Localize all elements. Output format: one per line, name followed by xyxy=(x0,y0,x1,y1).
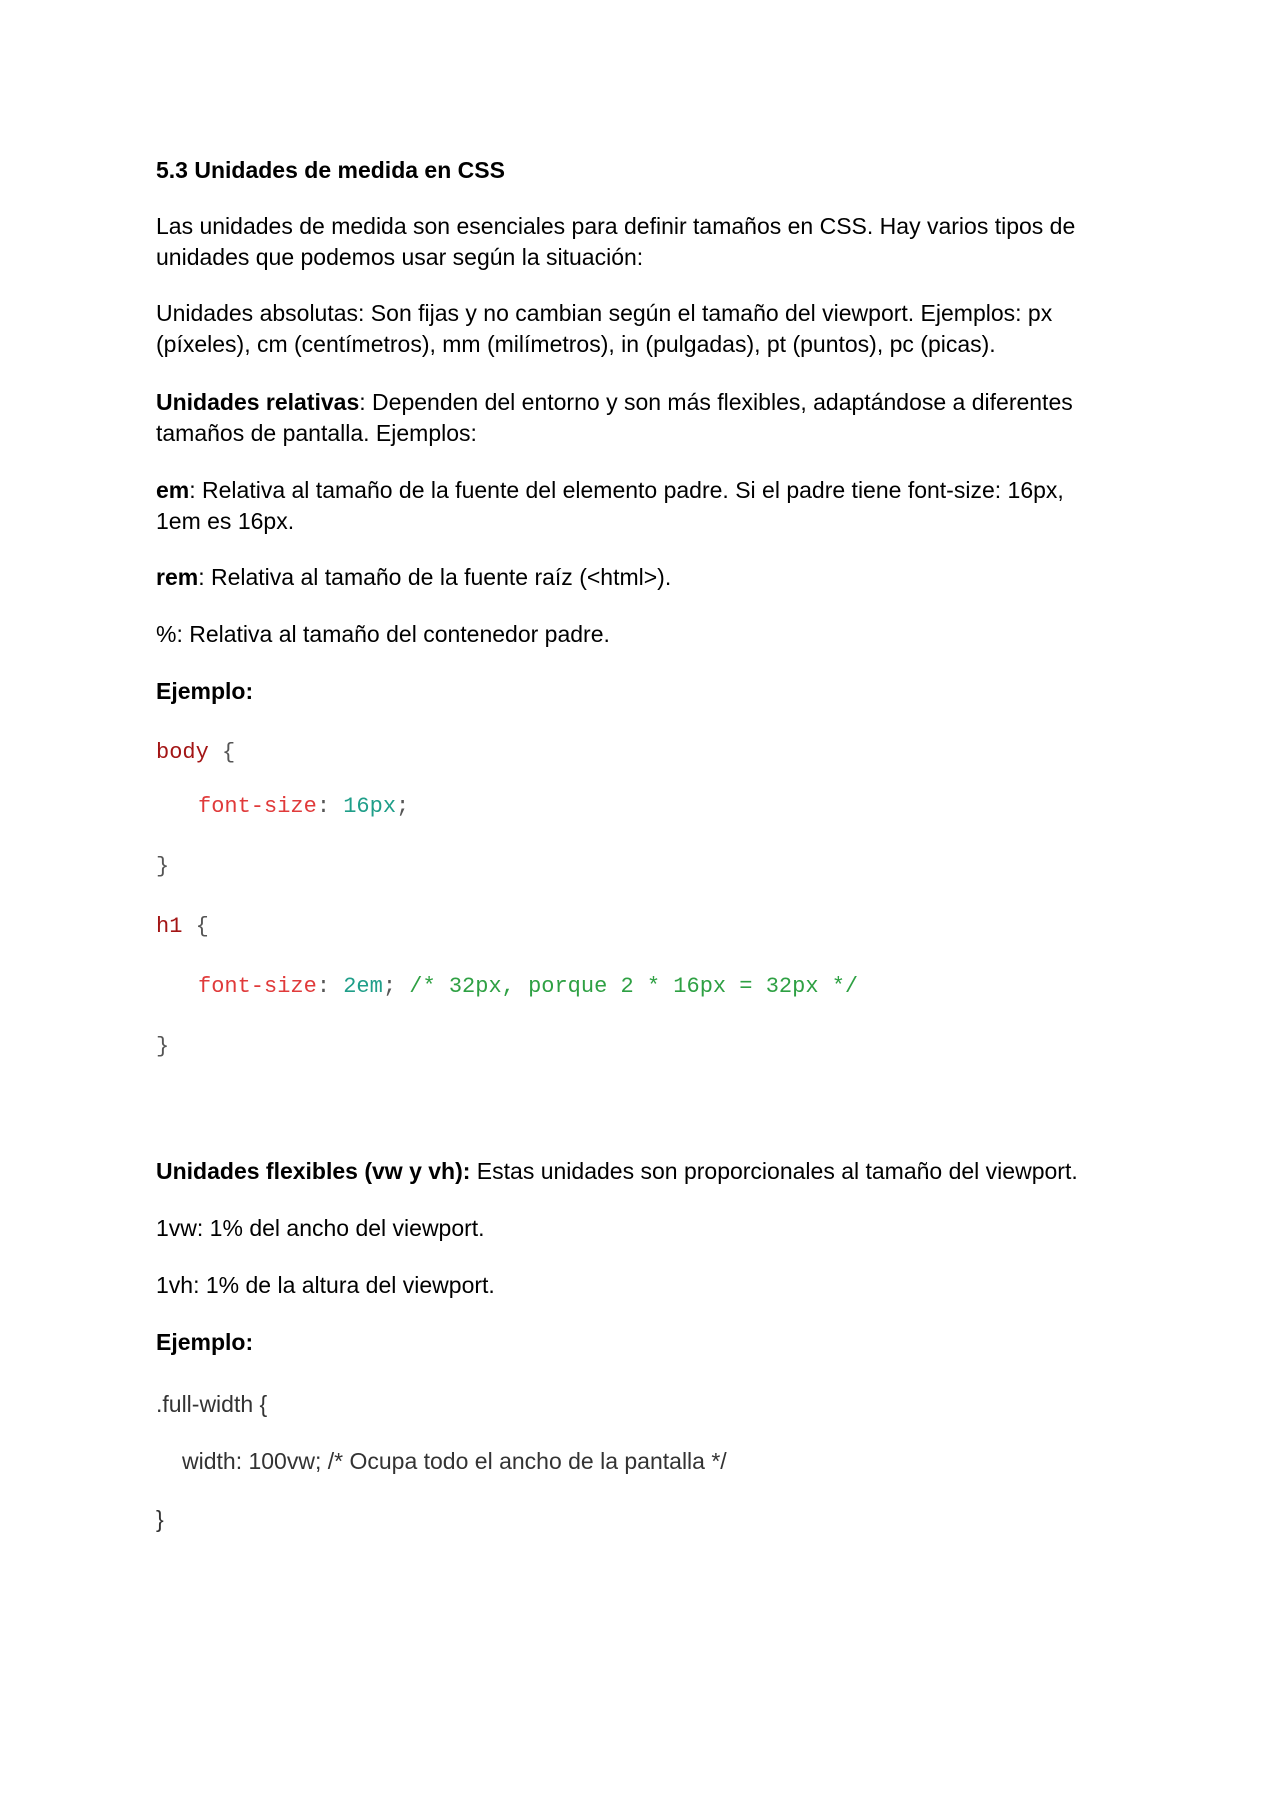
code1-brace-open-2: { xyxy=(182,914,209,939)
code1-colon-1: : xyxy=(316,794,344,819)
code1-prop-1: font-size xyxy=(198,794,317,819)
intro-line-1: Las unidades de medida son esenciales pa… xyxy=(156,213,1076,239)
code1-line-2: font-size: 16px; xyxy=(198,792,409,822)
code1-line-6: } xyxy=(156,1034,170,1059)
rem-line: rem: Relativa al tamaño de la fuente raí… xyxy=(156,561,671,593)
code2-line-2: width: 100vw; /* Ocupa todo el ancho de … xyxy=(182,1448,727,1474)
code1-selector-h1: h1 xyxy=(156,914,183,939)
relative-units-line-1: Unidades relativas: Dependen del entorno… xyxy=(156,386,1073,418)
code1-colon-2: : xyxy=(316,974,344,999)
code2-line-1: .full-width { xyxy=(156,1391,268,1417)
em-line-2: 1em es 16px. xyxy=(156,508,295,534)
code1-value-2: 2em xyxy=(343,974,383,999)
code1-prop-2: font-size xyxy=(198,974,317,999)
flexible-units-text: Estas unidades son proporcionales al tam… xyxy=(470,1158,1078,1184)
code1-brace-open-1: { xyxy=(208,740,236,765)
flexible-units-line: Unidades flexibles (vw y vh): Estas unid… xyxy=(156,1155,1078,1187)
code1-comment: /* 32px, porque 2 * 16px = 32px */ xyxy=(409,974,859,999)
rem-label: rem xyxy=(156,564,199,590)
code1-semicolon-1: ; xyxy=(396,794,410,819)
em-label: em xyxy=(156,477,190,503)
example-1-label: Ejemplo: xyxy=(156,678,254,704)
section-heading: 5.3 Unidades de medida en CSS xyxy=(156,157,505,183)
code1-semicolon-2: ; xyxy=(382,974,410,999)
code1-line-5: font-size: 2em; /* 32px, porque 2 * 16px… xyxy=(198,972,858,1002)
example-2-label: Ejemplo: xyxy=(156,1329,254,1355)
flexible-units-label: Unidades flexibles (vw y vh): xyxy=(156,1158,471,1184)
absolute-units-line-1: Unidades absolutas: Son fijas y no cambi… xyxy=(156,300,1053,326)
relative-units-text: : Dependen del entorno y son más flexibl… xyxy=(359,389,1073,415)
em-line-1: em: Relativa al tamaño de la fuente del … xyxy=(156,474,1064,506)
code1-value-1: 16px xyxy=(343,794,397,819)
em-text: : Relativa al tamaño de la fuente del el… xyxy=(189,477,1064,503)
code1-selector-body: body xyxy=(156,740,209,765)
relative-units-line-2: tamaños de pantalla. Ejemplos: xyxy=(156,420,477,446)
code2-line-3: } xyxy=(156,1506,164,1532)
vh-line: 1vh: 1% de la altura del viewport. xyxy=(156,1272,495,1298)
code1-line-3: } xyxy=(156,854,170,879)
absolute-units-line-2: (píxeles), cm (centímetros), mm (milímet… xyxy=(156,331,996,357)
code1-line-1: body { xyxy=(156,738,235,768)
vw-line: 1vw: 1% del ancho del viewport. xyxy=(156,1215,485,1241)
rem-text: : Relativa al tamaño de la fuente raíz (… xyxy=(198,564,672,590)
intro-line-2: unidades que podemos usar según la situa… xyxy=(156,244,644,270)
percent-line: %: Relativa al tamaño del contenedor pad… xyxy=(156,621,610,647)
code1-line-4: h1 { xyxy=(156,912,209,942)
relative-units-label: Unidades relativas xyxy=(156,389,360,415)
